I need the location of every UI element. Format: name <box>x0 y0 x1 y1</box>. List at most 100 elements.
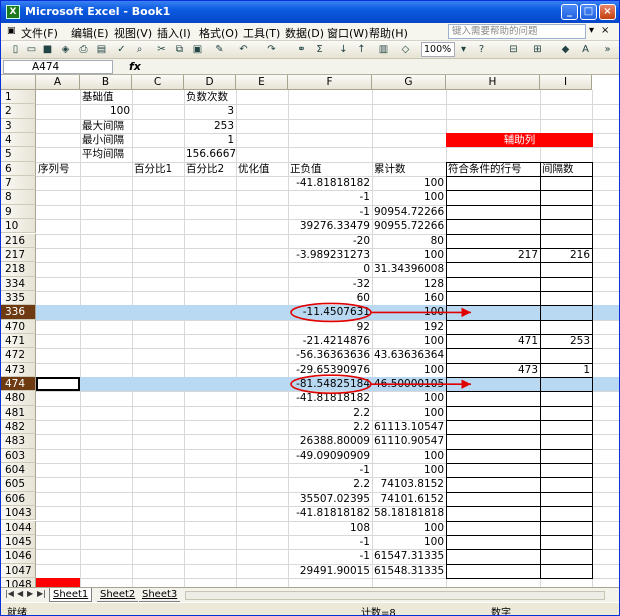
cell-i217[interactable]: 216 <box>540 248 592 262</box>
cell-f218[interactable]: 0 <box>288 262 372 276</box>
cell-h473[interactable]: 473 <box>446 363 540 377</box>
toolbar-options-icon[interactable]: » <box>601 43 614 56</box>
name-box[interactable]: A474 <box>3 60 113 74</box>
cell-g481[interactable]: 100 <box>372 406 446 420</box>
cell-f473[interactable]: -29.65390976 <box>288 363 372 377</box>
cell-g9[interactable]: 90954.72266 <box>372 205 446 219</box>
row-header[interactable]: 2 <box>1 104 36 119</box>
paste-icon[interactable]: ▣ <box>191 43 204 56</box>
cell-b5[interactable]: 平均间隔 <box>80 147 132 161</box>
active-cell-a474[interactable] <box>36 377 80 392</box>
new-icon[interactable]: ▯ <box>9 43 22 56</box>
cell-g216[interactable]: 80 <box>372 234 446 248</box>
cell-f472[interactable]: -56.36363636 <box>288 348 372 362</box>
cell-g217[interactable]: 100 <box>372 248 446 262</box>
row-header[interactable]: 1045 <box>1 534 36 550</box>
row-header[interactable]: 4 <box>1 133 36 148</box>
cell-g482[interactable]: 61113.10547 <box>372 420 446 434</box>
hyperlink-icon[interactable]: ⚭ <box>295 43 308 56</box>
print-icon[interactable]: ⎙ <box>77 43 90 56</box>
help-search-input[interactable]: 键入需要帮助的问题 <box>448 24 586 39</box>
column-caption[interactable]: 百分比1 <box>132 162 184 176</box>
cell-f474[interactable]: -81.54825184 <box>288 377 372 391</box>
row-header[interactable]: 216 <box>1 233 36 248</box>
row-header[interactable]: 483 <box>1 434 36 449</box>
cell-d5[interactable]: 156.6667 <box>184 147 236 161</box>
format-painter-icon[interactable]: ✎ <box>213 43 226 56</box>
cell-g1046[interactable]: 61547.31335 <box>372 549 446 563</box>
row-header[interactable]: 3 <box>1 118 36 134</box>
row-header[interactable]: 7 <box>1 176 36 191</box>
cell-f605[interactable]: 2.2 <box>288 477 372 491</box>
cell-d4[interactable]: 1 <box>184 133 236 147</box>
cell-f334[interactable]: -32 <box>288 277 372 291</box>
red-filled-cell[interactable] <box>36 577 80 587</box>
maximize-button[interactable]: □ <box>580 4 597 20</box>
menu-file[interactable]: 文件(F) <box>21 25 58 41</box>
cell-f217[interactable]: -3.989231273 <box>288 248 372 262</box>
cell-g7[interactable]: 100 <box>372 176 446 190</box>
row-header[interactable]: 334 <box>1 276 36 291</box>
column-header-g[interactable]: G <box>372 75 446 90</box>
tab-sheet2[interactable]: Sheet2 <box>97 588 139 602</box>
minimize-button[interactable]: _ <box>561 4 578 20</box>
row-header[interactable]: 606 <box>1 491 36 507</box>
cell-f480[interactable]: -41.81818182 <box>288 391 372 405</box>
cell-g335[interactable]: 160 <box>372 291 446 305</box>
cell-g1045[interactable]: 100 <box>372 535 446 549</box>
menu-window[interactable]: 窗口(W) <box>327 25 368 41</box>
cut-icon[interactable]: ✂ <box>155 43 168 56</box>
row-header[interactable]: 605 <box>1 477 36 492</box>
cell-g8[interactable]: 100 <box>372 190 446 204</box>
row-header[interactable]: 5 <box>1 147 36 162</box>
row-header[interactable]: 604 <box>1 463 36 478</box>
column-caption[interactable]: 间隔数 <box>540 162 592 176</box>
menu-view[interactable]: 视图(V) <box>114 25 152 41</box>
cell-d1[interactable]: 负数次数 <box>184 90 236 104</box>
insert-function-icon[interactable]: fx <box>129 60 141 73</box>
cell-g483[interactable]: 61110.90547 <box>372 434 446 448</box>
cell-g605[interactable]: 74103.8152 <box>372 477 446 491</box>
cell-b1[interactable]: 基础值 <box>80 90 132 104</box>
cell-g472[interactable]: 43.63636364 <box>372 348 446 362</box>
cell-g334[interactable]: 128 <box>372 277 446 291</box>
row-header[interactable]: 473 <box>1 362 36 377</box>
cell-g10[interactable]: 90955.72266 <box>372 219 446 233</box>
cell-g336[interactable]: 100 <box>372 305 446 319</box>
cell-g1044[interactable]: 100 <box>372 521 446 535</box>
column-caption[interactable]: 符合条件的行号 <box>446 162 540 176</box>
drawing-icon[interactable]: ◇ <box>399 43 412 56</box>
menu-help[interactable]: 帮助(H) <box>369 25 408 41</box>
cell-f336[interactable]: -11.4507631 <box>288 305 372 319</box>
cell-f470[interactable]: 92 <box>288 320 372 334</box>
column-header-a[interactable]: A <box>36 75 80 90</box>
undo-icon[interactable]: ↶ <box>237 43 250 56</box>
cell-h471[interactable]: 471 <box>446 334 540 348</box>
cell-f471[interactable]: -21.4214876 <box>288 334 372 348</box>
cell-h217[interactable]: 217 <box>446 248 540 262</box>
help-icon[interactable]: ? <box>475 43 488 56</box>
cell-f481[interactable]: 2.2 <box>288 406 372 420</box>
horizontal-scrollbar[interactable] <box>185 591 605 600</box>
row-header[interactable]: 474 <box>1 377 36 392</box>
row-header[interactable]: 1048 <box>1 577 36 587</box>
cell-f216[interactable]: -20 <box>288 234 372 248</box>
row-header[interactable]: 1044 <box>1 520 36 535</box>
help-dropdown-icon[interactable]: ▾ <box>589 25 594 36</box>
cell-g1043[interactable]: 58.18181818 <box>372 506 446 520</box>
permission-icon[interactable]: ◈ <box>59 43 72 56</box>
next-sheet-icon[interactable]: ▶ <box>27 589 33 598</box>
row-header[interactable]: 335 <box>1 290 36 306</box>
row-header[interactable]: 1043 <box>1 506 36 521</box>
column-header-b[interactable]: B <box>80 75 132 90</box>
cell-f483[interactable]: 26388.80009 <box>288 434 372 448</box>
column-header-e[interactable]: E <box>236 75 288 90</box>
cell-f1043[interactable]: -41.81818182 <box>288 506 372 520</box>
cell-b3[interactable]: 最大间隔 <box>80 119 132 133</box>
column-header-f[interactable]: F <box>288 75 372 90</box>
row-header[interactable]: 482 <box>1 420 36 435</box>
column-caption[interactable]: 正负值 <box>288 162 372 176</box>
column-caption[interactable]: 百分比2 <box>184 162 236 176</box>
row-header[interactable]: 217 <box>1 247 36 263</box>
first-sheet-icon[interactable]: |◀ <box>5 589 14 598</box>
